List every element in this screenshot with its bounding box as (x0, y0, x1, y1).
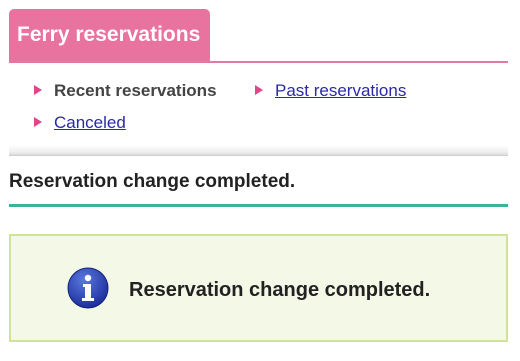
nav-label-recent-reservations: Recent reservations (54, 81, 217, 100)
info-icon (67, 267, 109, 309)
page-title: Reservation change completed. (9, 170, 508, 207)
nav-item-recent-reservations: Recent reservations (34, 80, 217, 102)
section-divider (9, 145, 508, 156)
completion-message-text: Reservation change completed. (129, 279, 431, 301)
tab-ferry-reservations[interactable]: Ferry reservations (9, 9, 210, 61)
triangle-right-icon (34, 117, 42, 127)
past-reservations-link[interactable]: Past reservations (275, 81, 406, 100)
nav-item-canceled: Canceled (34, 112, 126, 134)
tab-bar: Ferry reservations (9, 8, 508, 63)
triangle-right-icon (255, 85, 263, 95)
canceled-link[interactable]: Canceled (54, 113, 126, 132)
completion-message-box: Reservation change completed. (9, 234, 508, 342)
reservation-nav: Recent reservations Past reservations Ca… (34, 80, 504, 140)
triangle-right-icon (34, 85, 42, 95)
nav-item-past-reservations: Past reservations (255, 80, 406, 102)
